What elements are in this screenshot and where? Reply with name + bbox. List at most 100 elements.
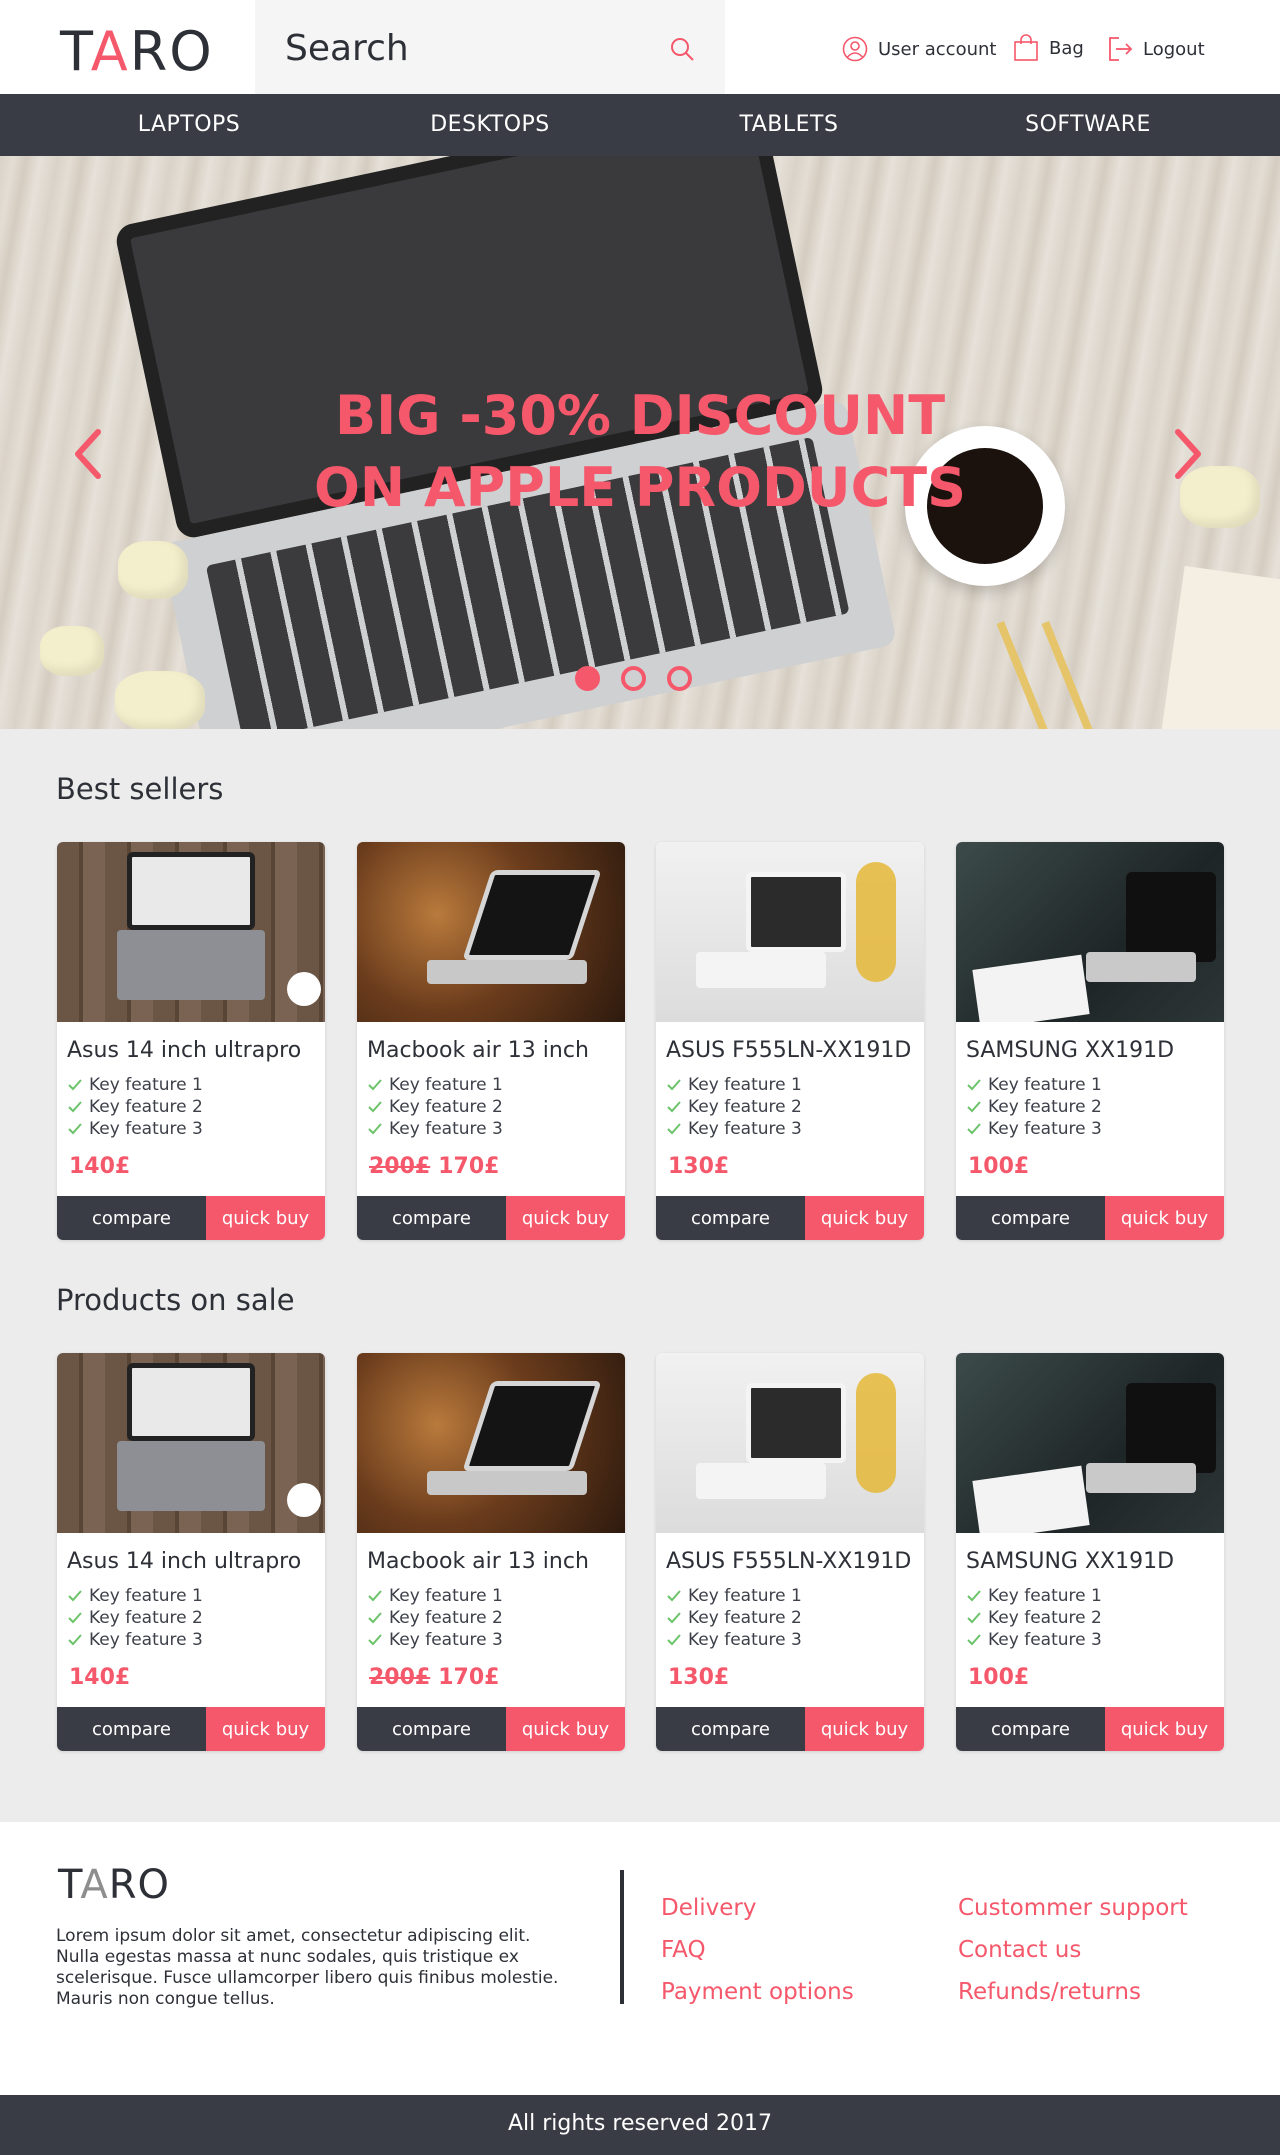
hero-title-line2: ON APPLE PRODUCTS — [313, 456, 967, 519]
product-actions: compare quick buy — [956, 1196, 1224, 1240]
feature-item: Key feature 3 — [67, 1118, 203, 1140]
footer-link-customer-support[interactable]: Custommer support — [958, 1895, 1188, 1921]
logo[interactable]: TARO — [60, 20, 214, 83]
quick-buy-button[interactable]: quick buy — [206, 1707, 325, 1751]
feature-item: Key feature 2 — [666, 1096, 802, 1118]
logo-text: TARO — [60, 20, 214, 83]
footer-link-payment-options[interactable]: Payment options — [661, 1979, 854, 2005]
quick-buy-button[interactable]: quick buy — [805, 1707, 924, 1751]
compare-button[interactable]: compare — [656, 1196, 805, 1240]
product-actions: compare quick buy — [357, 1707, 625, 1751]
product-card[interactable]: Macbook air 13 inch Key feature 1 Key feat… — [357, 1353, 625, 1751]
check-icon — [667, 1634, 681, 1646]
compare-button[interactable]: compare — [656, 1707, 805, 1751]
footer-link-delivery[interactable]: Delivery — [661, 1895, 756, 1921]
main-nav: LAPTOPS DESKTOPS TABLETS SOFTWARE — [0, 94, 1280, 156]
product-card[interactable]: SAMSUNG XX191D Key feature 1 Key feature 2… — [956, 842, 1224, 1240]
search-icon[interactable] — [669, 36, 695, 62]
quick-buy-button[interactable]: quick buy — [1105, 1707, 1224, 1751]
product-features: Key feature 1 Key feature 2 Key feature 3 — [666, 1074, 802, 1140]
footer-link-contact-us[interactable]: Contact us — [958, 1937, 1081, 1963]
paper-ball-image — [40, 626, 104, 676]
nav-item-tablets[interactable]: TABLETS — [639, 112, 939, 137]
bag-link[interactable]: Bag — [1013, 34, 1084, 62]
product-name[interactable]: ASUS F555LN-XX191D — [666, 1549, 911, 1574]
feature-label: Key feature 2 — [988, 1608, 1102, 1628]
compare-button[interactable]: compare — [357, 1196, 506, 1240]
product-features: Key feature 1 Key feature 2 Key feature 3 — [966, 1074, 1102, 1140]
product-image[interactable] — [656, 1353, 924, 1533]
copyright: All rights reserved 2017 — [507, 2111, 773, 2136]
feature-item: Key feature 1 — [966, 1074, 1102, 1096]
logout-link[interactable]: Logout — [1107, 36, 1205, 62]
product-name[interactable]: ASUS F555LN-XX191D — [666, 1038, 911, 1063]
feature-item: Key feature 2 — [67, 1096, 203, 1118]
feature-item: Key feature 3 — [666, 1629, 802, 1651]
product-card[interactable]: Asus 14 inch ultrapro Key feature 1 Key fe… — [57, 842, 325, 1240]
footer: TARO Lorem ipsum dolor sit amet, consect… — [0, 1822, 1280, 2095]
check-icon — [667, 1612, 681, 1624]
carousel-dot-1[interactable] — [575, 666, 600, 691]
carousel-dot-3[interactable] — [667, 666, 692, 691]
product-image[interactable] — [357, 842, 625, 1022]
product-price: 200£ 170£ — [369, 1665, 499, 1690]
quick-buy-button[interactable]: quick buy — [805, 1196, 924, 1240]
carousel-dots — [575, 666, 692, 691]
compare-button[interactable]: compare — [57, 1196, 206, 1240]
logout-label: Logout — [1143, 38, 1205, 60]
product-image[interactable] — [57, 842, 325, 1022]
chevron-left-icon[interactable] — [68, 424, 108, 484]
product-card[interactable]: Asus 14 inch ultrapro Key feature 1 Key fe… — [57, 1353, 325, 1751]
quick-buy-button[interactable]: quick buy — [206, 1196, 325, 1240]
feature-label: Key feature 1 — [988, 1075, 1102, 1095]
product-image[interactable] — [656, 842, 924, 1022]
paper-ball-image — [115, 671, 205, 729]
product-image[interactable] — [956, 842, 1224, 1022]
compare-button[interactable]: compare — [956, 1707, 1105, 1751]
nav-item-desktops[interactable]: DESKTOPS — [340, 112, 640, 137]
compare-button[interactable]: compare — [357, 1707, 506, 1751]
feature-label: Key feature 1 — [389, 1075, 503, 1095]
product-card[interactable]: ASUS F555LN-XX191D Key feature 1 Key featu… — [656, 1353, 924, 1751]
user-account-link[interactable]: User account — [842, 36, 996, 62]
product-price: 140£ — [69, 1154, 130, 1179]
compare-button[interactable]: compare — [956, 1196, 1105, 1240]
product-name[interactable]: SAMSUNG XX191D — [966, 1549, 1174, 1574]
carousel-dot-2[interactable] — [621, 666, 646, 691]
product-image[interactable] — [357, 1353, 625, 1533]
product-name[interactable]: SAMSUNG XX191D — [966, 1038, 1174, 1063]
check-icon — [68, 1612, 82, 1624]
product-card[interactable]: ASUS F555LN-XX191D Key feature 1 Key featu… — [656, 842, 924, 1240]
chevron-right-icon[interactable] — [1168, 424, 1208, 484]
feature-item: Key feature 3 — [367, 1629, 503, 1651]
nav-item-laptops[interactable]: LAPTOPS — [39, 112, 339, 137]
feature-label: Key feature 1 — [389, 1586, 503, 1606]
product-name[interactable]: Macbook air 13 inch — [367, 1038, 589, 1063]
feature-label: Key feature 2 — [389, 1097, 503, 1117]
product-features: Key feature 1 Key feature 2 Key feature 3 — [67, 1074, 203, 1140]
footer-link-faq[interactable]: FAQ — [661, 1937, 706, 1963]
feature-item: Key feature 1 — [666, 1585, 802, 1607]
feature-label: Key feature 2 — [389, 1608, 503, 1628]
product-image[interactable] — [956, 1353, 1224, 1533]
product-image[interactable] — [57, 1353, 325, 1533]
quick-buy-button[interactable]: quick buy — [1105, 1196, 1224, 1240]
nav-item-software[interactable]: SOFTWARE — [938, 112, 1238, 137]
footer-link-refunds-returns[interactable]: Refunds/returns — [958, 1979, 1141, 2005]
feature-item: Key feature 1 — [67, 1585, 203, 1607]
quick-buy-button[interactable]: quick buy — [506, 1196, 625, 1240]
product-name[interactable]: Asus 14 inch ultrapro — [67, 1549, 301, 1574]
product-card[interactable]: Macbook air 13 inch Key feature 1 Key feat… — [357, 842, 625, 1240]
product-name[interactable]: Macbook air 13 inch — [367, 1549, 589, 1574]
compare-button[interactable]: compare — [57, 1707, 206, 1751]
product-name[interactable]: Asus 14 inch ultrapro — [67, 1038, 301, 1063]
search-bar[interactable]: Search — [255, 0, 725, 94]
check-icon — [368, 1123, 382, 1135]
feature-label: Key feature 1 — [988, 1586, 1102, 1606]
feature-label: Key feature 1 — [688, 1586, 802, 1606]
search-input[interactable]: Search — [285, 28, 409, 69]
product-card[interactable]: SAMSUNG XX191D Key feature 1 Key feature 2… — [956, 1353, 1224, 1751]
quick-buy-button[interactable]: quick buy — [506, 1707, 625, 1751]
footer-logo[interactable]: TARO — [58, 1862, 170, 1908]
current-price: 170£ — [438, 1154, 500, 1179]
